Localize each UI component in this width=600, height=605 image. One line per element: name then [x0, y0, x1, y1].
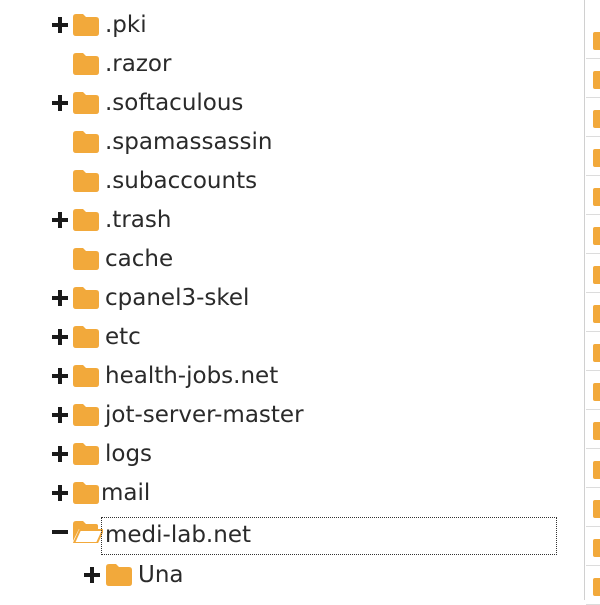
tree-item-spamassassin[interactable]: .spamassassin: [0, 124, 584, 160]
folder-icon: [73, 404, 99, 426]
file-list-row[interactable]: [586, 566, 600, 605]
folder-icon: [593, 110, 600, 128]
folder-icon: [73, 209, 99, 231]
file-list-row[interactable]: [586, 137, 600, 176]
folder-icon: [73, 248, 99, 270]
folder-icon: [73, 92, 99, 114]
file-list-row[interactable]: [586, 176, 600, 215]
folder-icon: [593, 227, 600, 245]
file-list-row[interactable]: [586, 527, 600, 566]
tree-item-label: .softaculous: [105, 90, 244, 116]
folder-icon: [593, 188, 600, 206]
file-list-row[interactable]: [586, 20, 600, 59]
tree-item-health-jobs-net[interactable]: health-jobs.net: [0, 358, 584, 394]
tree-item-trash[interactable]: .trash: [0, 202, 584, 238]
tree-item-label: .razor: [105, 51, 172, 77]
folder-icon: [593, 71, 600, 89]
tree-item-una[interactable]: Una: [0, 557, 584, 593]
file-tree-panel: .pki .razor .softaculous .spamassassin .…: [0, 0, 584, 600]
tree-item-logs[interactable]: logs: [0, 436, 584, 472]
folder-icon: [73, 443, 99, 465]
folder-open-icon: [73, 521, 103, 543]
file-list-row[interactable]: [586, 332, 600, 371]
file-list-row[interactable]: [586, 215, 600, 254]
expand-plus-icon[interactable]: [52, 407, 68, 423]
tree-item-label: .pki: [105, 12, 147, 38]
folder-icon: [593, 461, 600, 479]
file-list-row[interactable]: [586, 293, 600, 332]
expand-plus-icon[interactable]: [52, 95, 68, 111]
tree-item-mail[interactable]: mail: [0, 475, 584, 511]
expand-plus-icon[interactable]: [84, 567, 100, 583]
collapse-minus-icon[interactable]: [52, 524, 68, 540]
folder-icon: [593, 149, 600, 167]
tree-item-razor[interactable]: .razor: [0, 46, 584, 82]
folder-icon: [593, 266, 600, 284]
folder-icon: [73, 53, 99, 75]
folder-icon: [593, 578, 600, 596]
tree-item-etc[interactable]: etc: [0, 319, 584, 355]
folder-icon: [593, 32, 600, 50]
tree-item-label: cache: [105, 246, 174, 272]
folder-icon: [593, 539, 600, 557]
expand-plus-icon[interactable]: [52, 368, 68, 384]
file-list-panel: [584, 0, 600, 605]
folder-icon: [106, 564, 132, 586]
tree-item-label: .trash: [105, 207, 172, 233]
tree-item-label: logs: [105, 441, 153, 467]
folder-icon: [73, 287, 99, 309]
expand-plus-icon[interactable]: [52, 290, 68, 306]
tree-item-cpanel3-skel[interactable]: cpanel3-skel: [0, 280, 584, 316]
expand-plus-icon[interactable]: [52, 17, 68, 33]
tree-item-label: Una: [138, 562, 184, 588]
tree-item-subaccounts[interactable]: .subaccounts: [0, 163, 584, 199]
tree-item-label: .spamassassin: [105, 129, 273, 155]
folder-icon: [73, 14, 99, 36]
expand-plus-icon[interactable]: [52, 212, 68, 228]
expand-plus-icon[interactable]: [52, 446, 68, 462]
tree-item-label: jot-server-master: [105, 402, 304, 428]
tree-item-label: mail: [101, 480, 151, 506]
folder-icon: [73, 365, 99, 387]
folder-icon: [73, 131, 99, 153]
file-list-row[interactable]: [586, 254, 600, 293]
expand-plus-icon[interactable]: [52, 329, 68, 345]
tree-item-softaculous[interactable]: .softaculous: [0, 85, 584, 121]
tree-item-label: etc: [105, 324, 141, 350]
folder-icon: [73, 170, 99, 192]
tree-item-cache[interactable]: cache: [0, 241, 584, 277]
file-list-row[interactable]: [586, 371, 600, 410]
file-list-row[interactable]: [586, 410, 600, 449]
file-list-row[interactable]: [586, 449, 600, 488]
folder-icon: [593, 383, 600, 401]
folder-icon: [593, 422, 600, 440]
tree-item-label: cpanel3-skel: [105, 285, 250, 311]
tree-item-label: .subaccounts: [105, 168, 258, 194]
tree-item-jot-server-master[interactable]: jot-server-master: [0, 397, 584, 433]
tree-item-label: health-jobs.net: [105, 363, 279, 389]
expand-plus-icon[interactable]: [52, 485, 68, 501]
folder-icon: [593, 344, 600, 362]
file-list-row[interactable]: [586, 98, 600, 137]
tree-item-medi-lab-net[interactable]: medi-lab.net: [0, 514, 584, 555]
folder-icon: [593, 305, 600, 323]
folder-icon: [593, 500, 600, 518]
tree-item-pki[interactable]: .pki: [0, 7, 584, 43]
folder-icon: [73, 326, 99, 348]
tree-item-label: medi-lab.net: [105, 522, 251, 548]
file-list-row[interactable]: [586, 488, 600, 527]
folder-icon: [73, 482, 99, 504]
file-list-row[interactable]: [586, 59, 600, 98]
